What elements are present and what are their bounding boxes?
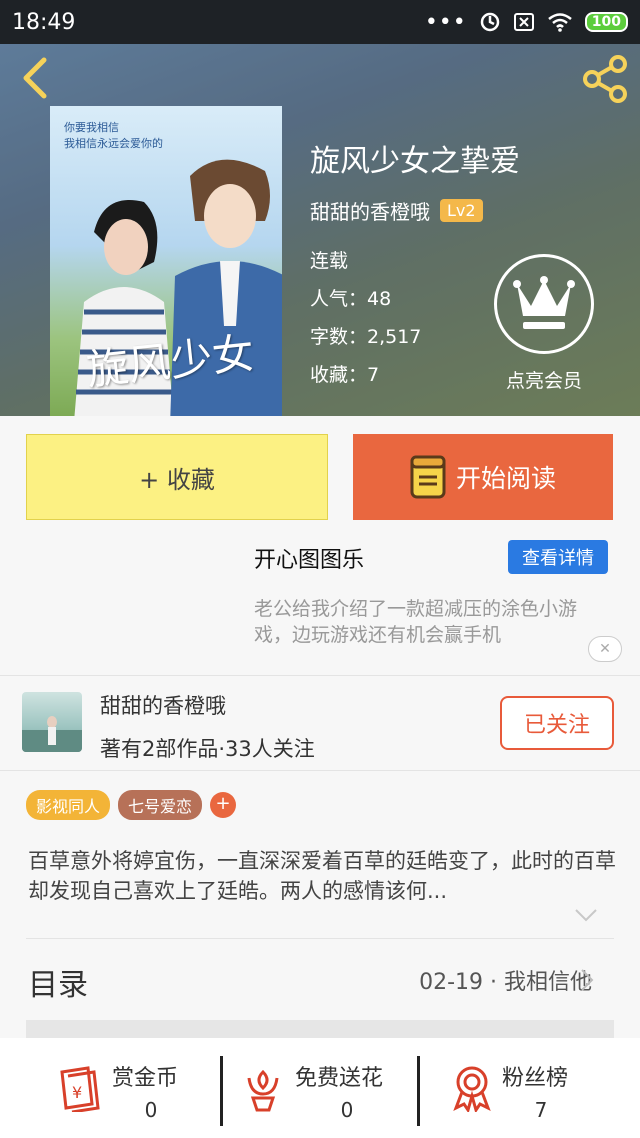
sync-icon [480,12,500,32]
toc-latest-chapter[interactable]: 02-19 · 我相信他 [419,964,592,996]
toc-label[interactable]: 目录 [28,960,88,1004]
send-flower-value: 0 [340,1098,354,1122]
fan-ranking-button[interactable]: 粉丝榜 7 [420,1038,640,1138]
fan-ranking-label: 粉丝榜 [502,1066,569,1091]
book-favorites: 收藏：7 [310,364,380,386]
ad-close-icon[interactable]: ✕ [588,636,622,662]
reward-coins-button[interactable]: ¥ 赏金币 0 [0,1038,220,1138]
follow-button[interactable]: 已关注 [500,696,614,750]
book-popularity: 人气：48 [310,288,392,310]
status-icons: ••• 100 [425,10,628,35]
book-icon [410,455,446,499]
no-sim-icon [513,13,534,31]
tag-item[interactable]: 七号爱恋 [118,790,203,820]
status-time: 18:49 [12,9,76,35]
avatar-image [22,716,82,752]
battery-icon: 100 [584,12,628,32]
book-title: 旋风少女之挚爱 [310,144,520,179]
wifi-icon [547,13,572,32]
start-reading-button[interactable]: 开始阅读 [353,434,613,520]
chevron-right-icon[interactable] [580,968,594,992]
author-level-badge: Lv2 [440,199,483,222]
share-icon[interactable] [580,54,630,104]
ad-title[interactable]: 开心图图乐 [254,542,364,574]
vip-button[interactable] [494,254,594,354]
reward-coins-label: 赏金币 [112,1066,179,1091]
svg-text:¥: ¥ [72,1083,82,1102]
book-author-row: 甜甜的香橙哦 Lv2 [310,196,483,225]
section-separator [26,1020,614,1038]
book-status: 连载 [310,250,349,272]
crown-icon [513,276,575,329]
send-flower-button[interactable]: 免费送花 0 [223,1038,417,1138]
status-bar: 18:49 ••• 100 [0,0,640,44]
chevron-down-icon[interactable] [574,908,598,922]
author-card-stats: 著有2部作品·33人关注 [100,737,315,761]
book-hero: 你要我相信 我相信永远会爱你的 旋风少女 旋风少女之挚爱 甜甜的香橙哦 Lv2 … [0,44,640,416]
ad-description[interactable]: 老公给我介绍了一款超减压的涂色小游戏，边玩游戏还有机会赢手机 [254,596,614,648]
divider [0,770,640,771]
send-flower-label: 免费送花 [295,1066,384,1091]
coin-envelope-icon: ¥ [60,1066,100,1112]
start-reading-label: 开始阅读 [455,464,556,493]
divider [0,675,640,676]
fan-ranking-value: 7 [534,1098,548,1122]
vip-label: 点亮会员 [505,370,582,392]
add-tag-button[interactable]: + [210,792,237,818]
author-avatar[interactable] [22,692,82,752]
flower-icon [247,1069,279,1112]
tag-list: 影视同人 七号爱恋 + [26,790,237,820]
tag-item[interactable]: 影视同人 [26,790,111,820]
back-icon[interactable] [16,56,56,100]
book-synopsis[interactable]: 百草意外将婷宜伤，一直深深爱着百草的廷皓变了，此时的百草却发现自己喜欢上了廷皓。… [28,846,618,906]
bottom-stats-bar: ¥ 赏金币 0 免费送花 0 粉丝榜 7 [0,1038,640,1138]
reward-coins-value: 0 [144,1098,158,1122]
divider [26,938,614,939]
book-cover[interactable]: 你要我相信 我相信永远会爱你的 旋风少女 [50,106,282,416]
author-card-name[interactable]: 甜甜的香橙哦 [100,690,226,720]
book-word-count: 字数：2,517 [310,326,422,348]
ad-view-details-button[interactable]: 查看详情 [508,540,608,574]
add-to-collection-button[interactable]: + 收藏 [26,434,328,520]
more-notifications-icon: ••• [424,9,467,35]
book-author-name[interactable]: 甜甜的香橙哦 [310,196,430,225]
cover-tagline: 你要我相信 我相信永远会爱你的 [64,121,163,150]
medal-icon [453,1066,491,1112]
